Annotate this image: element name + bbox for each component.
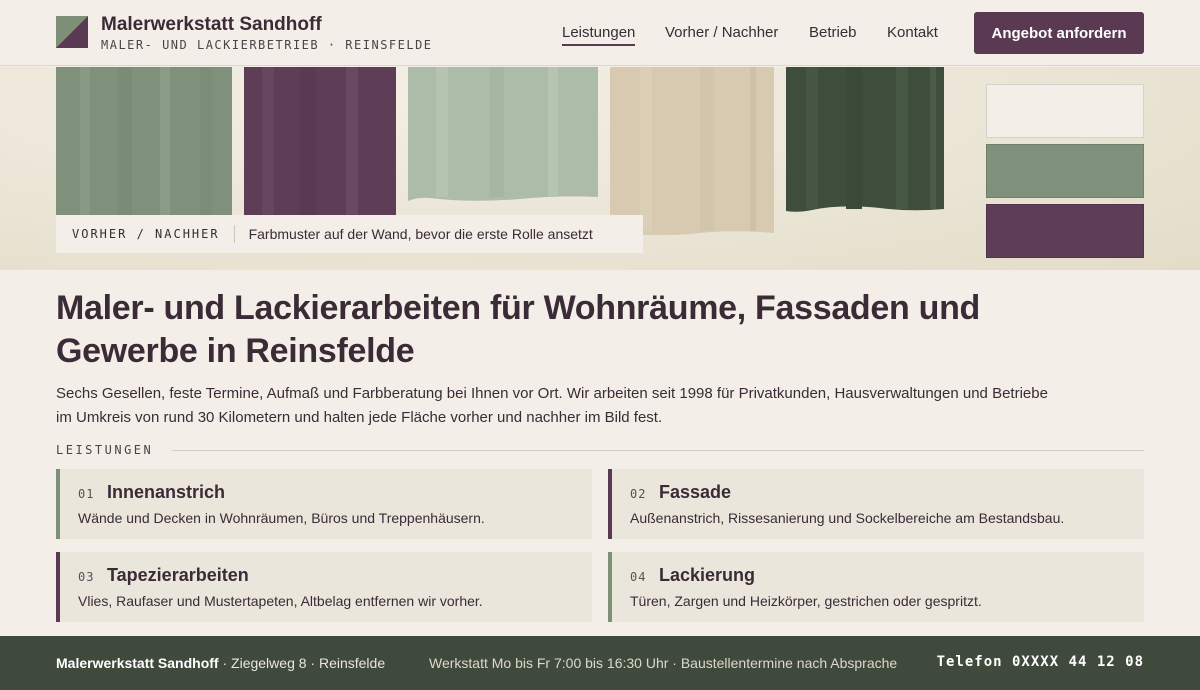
service-title: Fassade — [659, 482, 732, 502]
paint-sample-forest — [786, 67, 944, 212]
service-title: Innenanstrich — [107, 482, 226, 502]
service-title: Lackierung — [659, 565, 756, 585]
service-description: Vlies, Raufaser und Mustertapeten, Altbe… — [78, 593, 483, 609]
page-headline: Maler- und Lackierarbeiten für Wohnräume… — [56, 289, 981, 370]
nav-vorher-nachher[interactable]: Vorher / Nachher — [665, 24, 778, 41]
footer-company: Malerwerkstatt Sandhoff — [56, 655, 219, 671]
paint-sample-sage — [56, 67, 232, 217]
request-quote-button[interactable]: Angebot anfordern — [974, 12, 1144, 54]
nav-leistungen[interactable]: Leistungen — [562, 24, 636, 46]
service-number: 03 — [78, 570, 95, 584]
brand-subtitle: MALER- UND LACKIERBETRIEB · REINSFELDE — [101, 38, 433, 52]
service-description: Wände und Decken in Wohnräumen, Büros un… — [78, 510, 485, 526]
intro-paragraph: Sechs Gesellen, feste Termine, Aufmaß un… — [56, 385, 1048, 426]
color-swatch-cream[interactable] — [986, 84, 1144, 138]
service-card-fassade[interactable]: 02 Fassade Außenanstrich, Rissesanierung… — [608, 469, 1144, 539]
footer-address: Malerwerkstatt Sandhoff · Ziegelweg 8 · … — [56, 655, 385, 671]
site-header: Malerwerkstatt Sandhoff MALER- UND LACKI… — [0, 0, 1200, 66]
color-swatch-plum[interactable] — [986, 204, 1144, 258]
paint-sample-sand — [610, 67, 774, 236]
logo-icon[interactable] — [56, 16, 88, 48]
footer-street: · Ziegelweg 8 · Reinsfelde — [218, 655, 386, 671]
service-description: Türen, Zargen und Heizkörper, gestrichen… — [630, 593, 982, 609]
color-swatch-sage[interactable] — [986, 144, 1144, 198]
brand-name[interactable]: Malerwerkstatt Sandhoff — [101, 14, 322, 36]
service-card-innenanstrich[interactable]: 01 Innenanstrich Wände und Decken in Woh… — [56, 469, 592, 539]
service-number: 01 — [78, 487, 95, 501]
nav-kontakt[interactable]: Kontakt — [887, 24, 938, 41]
footer-phone[interactable]: Telefon 0XXXX 44 12 08 — [937, 654, 1144, 670]
section-divider — [172, 450, 1144, 451]
caption-text: Farbmuster auf der Wand, bevor die erste… — [248, 226, 593, 242]
service-description: Außenanstrich, Rissesanierung und Sockel… — [630, 510, 1065, 526]
service-card-tapezierarbeiten[interactable]: 03 Tapezierarbeiten Vlies, Raufaser und … — [56, 552, 592, 622]
hero-caption: VORHER / NACHHER Farbmuster auf der Wand… — [56, 215, 643, 253]
nav-betrieb[interactable]: Betrieb — [809, 24, 857, 41]
service-number: 04 — [630, 570, 647, 584]
caption-tag: VORHER / NACHHER — [56, 225, 235, 243]
service-number: 02 — [630, 487, 647, 501]
site-footer: Malerwerkstatt Sandhoff · Ziegelweg 8 · … — [0, 636, 1200, 690]
hero-image: VORHER / NACHHER Farbmuster auf der Wand… — [0, 67, 1200, 270]
footer-hours: Werkstatt Mo bis Fr 7:00 bis 16:30 Uhr ·… — [429, 655, 898, 671]
paint-sample-mint — [408, 67, 598, 201]
section-label-leistungen: LEISTUNGEN — [56, 443, 154, 457]
service-card-lackierung[interactable]: 04 Lackierung Türen, Zargen und Heizkörp… — [608, 552, 1144, 622]
service-title: Tapezierarbeiten — [107, 565, 249, 585]
paint-sample-plum — [244, 67, 396, 215]
